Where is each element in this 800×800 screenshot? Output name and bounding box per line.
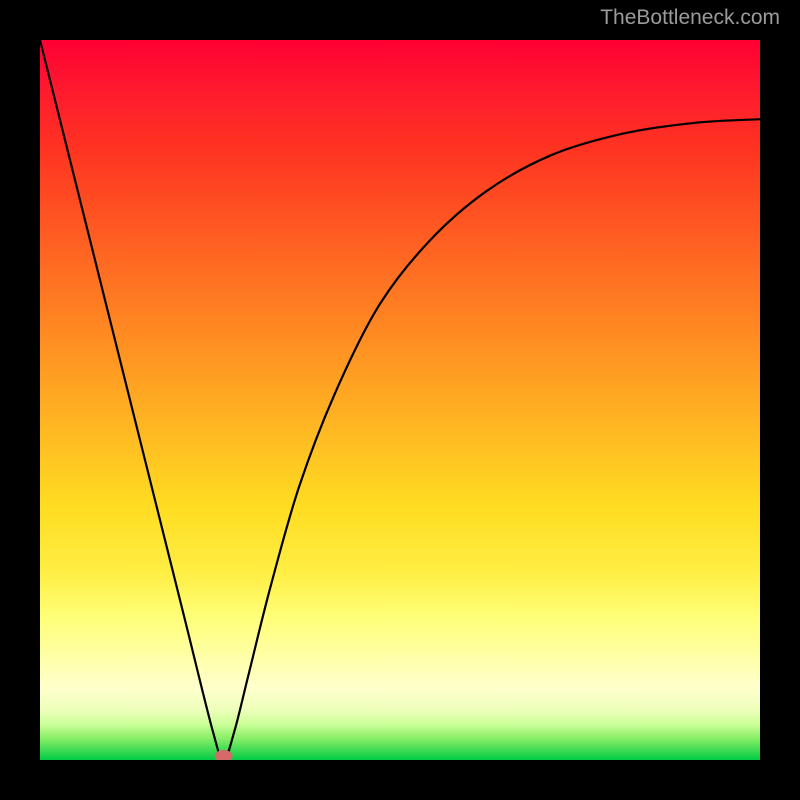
- watermark-text: TheBottleneck.com: [600, 6, 780, 30]
- curve-line: [40, 40, 760, 760]
- plot-area: [40, 40, 760, 760]
- chart-frame: TheBottleneck.com: [0, 0, 800, 800]
- plot-svg: [40, 40, 760, 760]
